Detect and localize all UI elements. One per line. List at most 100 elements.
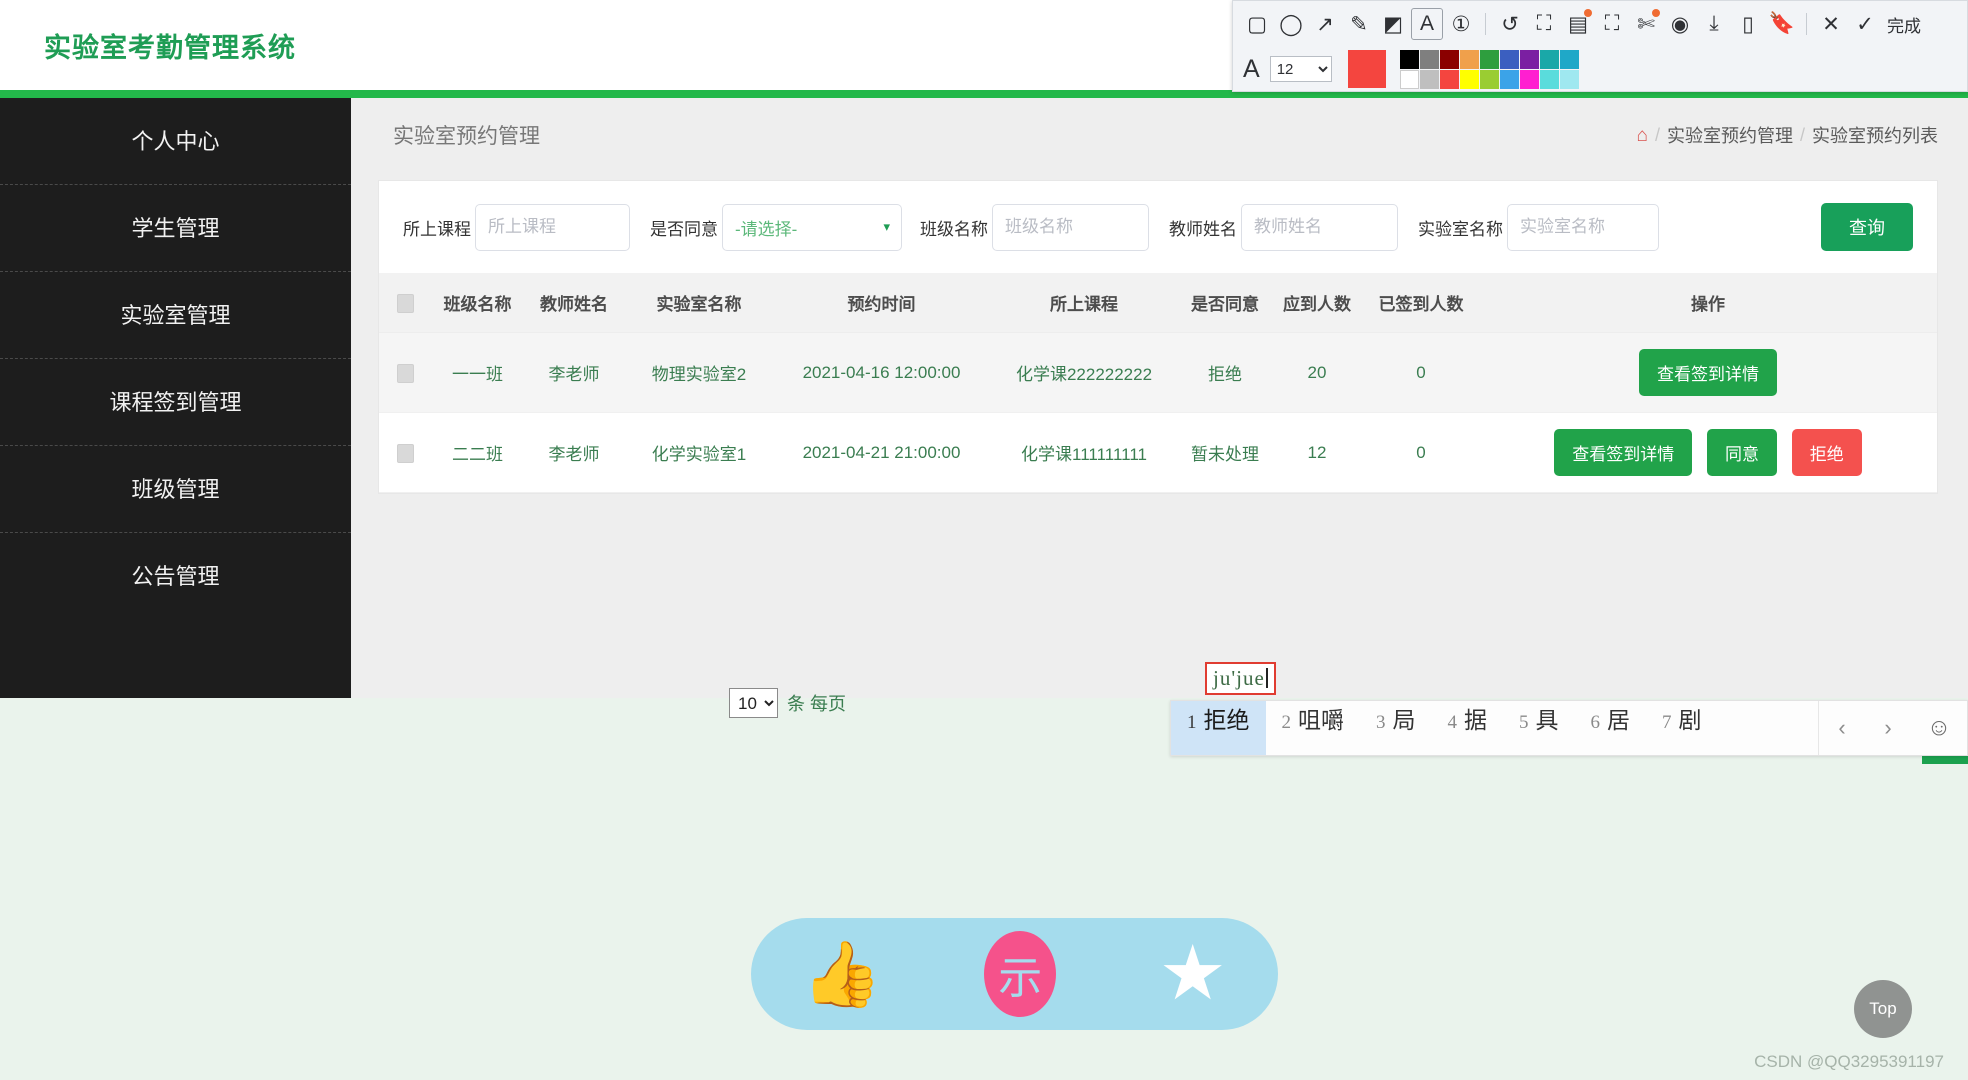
- filter-select-agree[interactable]: -请选择- ▾: [722, 203, 902, 251]
- thumbs-up-icon[interactable]: 👍: [802, 942, 882, 1006]
- content-panel: 所上课程 是否同意 -请选择- ▾ 班级名称 教师姓名 实验室名称 查询: [378, 180, 1938, 494]
- chevron-right-icon[interactable]: ›: [1865, 715, 1911, 741]
- color-swatch[interactable]: [1459, 69, 1479, 89]
- cell-class-name[interactable]: 二二班: [431, 412, 524, 493]
- ime-candidate-6[interactable]: 6 居: [1575, 701, 1647, 755]
- ime-candidate-number: 3: [1376, 712, 1386, 733]
- sidebar-item-lab-management[interactable]: 实验室管理: [0, 272, 351, 359]
- sidebar-item-announcement-management[interactable]: 公告管理: [0, 533, 351, 620]
- toolbar-divider-2: [1806, 13, 1807, 35]
- ocr-icon[interactable]: ▤: [1562, 8, 1594, 40]
- color-swatch[interactable]: [1559, 49, 1579, 69]
- page-title: 实验室预约管理: [393, 125, 540, 148]
- ime-candidate-3[interactable]: 3 局: [1360, 701, 1432, 755]
- page-size-select[interactable]: 10: [729, 688, 778, 718]
- color-swatch[interactable]: [1459, 49, 1479, 69]
- ime-composition-box[interactable]: ju'jue: [1205, 662, 1276, 695]
- sidebar-item-course-signin-management[interactable]: 课程签到管理: [0, 359, 351, 446]
- text-icon[interactable]: A: [1411, 8, 1443, 40]
- cell-course: 化学课111111111: [989, 412, 1179, 493]
- view-signin-detail-button[interactable]: 查看签到详情: [1639, 349, 1777, 396]
- color-swatch[interactable]: [1519, 69, 1539, 89]
- home-icon[interactable]: ⌂: [1636, 126, 1647, 145]
- ellipse-icon[interactable]: ◯: [1275, 8, 1307, 40]
- color-swatch[interactable]: [1499, 49, 1519, 69]
- ime-candidate-1[interactable]: 1 拒绝: [1171, 701, 1266, 755]
- undo-icon[interactable]: ↺: [1494, 8, 1526, 40]
- filter-label-teacher: 教师姓名: [1169, 219, 1237, 239]
- ime-candidate-number: 1: [1187, 712, 1197, 733]
- search-button[interactable]: 查询: [1821, 203, 1913, 251]
- pen-icon[interactable]: ✎: [1343, 8, 1375, 40]
- filter-label-course: 所上课程: [403, 219, 471, 239]
- reject-button[interactable]: 拒绝: [1791, 429, 1862, 476]
- emoji-icon[interactable]: ☺: [1911, 714, 1967, 742]
- ime-candidate-5[interactable]: 5 具: [1503, 701, 1575, 755]
- serial-number-icon[interactable]: ①: [1445, 8, 1477, 40]
- phone-icon[interactable]: ▯: [1732, 8, 1764, 40]
- row-checkbox[interactable]: [396, 443, 414, 463]
- color-swatch[interactable]: [1539, 49, 1559, 69]
- reservation-table: 班级名称 教师姓名 实验室名称 预约时间 所上课程 是否同意 应到人数 已签到人…: [379, 273, 1937, 493]
- color-swatch[interactable]: [1439, 69, 1459, 89]
- cell-lab-name[interactable]: 化学实验室1: [624, 412, 774, 493]
- ime-composition-text: ju'jue: [1213, 666, 1265, 690]
- cell-teacher[interactable]: 李老师: [524, 412, 624, 493]
- color-swatch[interactable]: [1479, 69, 1499, 89]
- download-icon[interactable]: ⤓: [1698, 8, 1730, 40]
- color-swatch[interactable]: [1539, 69, 1559, 89]
- main-content: 实验室预约管理 ⌂ / 实验室预约管理 / 实验室预约列表 所上课程 是否同意 …: [351, 98, 1968, 764]
- view-signin-detail-button[interactable]: 查看签到详情: [1554, 429, 1693, 476]
- coin-icon[interactable]: 示: [984, 931, 1057, 1017]
- done-button[interactable]: 完成: [1883, 12, 1925, 37]
- ime-candidate-7[interactable]: 7 剧: [1646, 701, 1718, 755]
- ime-candidate-4[interactable]: 4 据: [1432, 701, 1504, 755]
- arrow-icon[interactable]: ↗: [1309, 8, 1341, 40]
- filter-input-class-name[interactable]: [992, 203, 1149, 251]
- ime-candidate-2[interactable]: 2 咀嚼: [1266, 701, 1361, 755]
- ime-candidate-number: 7: [1662, 712, 1672, 733]
- cell-lab-name[interactable]: 物理实验室2: [624, 332, 774, 413]
- filter-input-course[interactable]: [475, 203, 630, 251]
- font-size-select[interactable]: 12: [1269, 56, 1332, 82]
- select-all-checkbox[interactable]: [396, 293, 414, 313]
- color-swatch[interactable]: [1519, 49, 1539, 69]
- color-swatch[interactable]: [1419, 49, 1439, 69]
- chevron-left-icon[interactable]: ‹: [1819, 715, 1865, 741]
- cell-class-name[interactable]: 一一班: [431, 332, 524, 413]
- ime-nav: ‹ ›: [1818, 701, 1911, 755]
- color-swatch[interactable]: [1439, 49, 1459, 69]
- color-swatch[interactable]: [1479, 49, 1499, 69]
- row-checkbox[interactable]: [396, 363, 414, 383]
- scroll-to-top-button[interactable]: Top: [1854, 980, 1912, 1038]
- translate-icon[interactable]: ⛶: [1596, 8, 1628, 40]
- column-lab-name: 实验室名称: [624, 273, 774, 333]
- current-color-swatch[interactable]: [1347, 50, 1386, 88]
- color-swatch[interactable]: [1499, 69, 1519, 89]
- breadcrumb-item-1[interactable]: 实验室预约管理: [1667, 122, 1793, 148]
- record-icon[interactable]: ◉: [1664, 8, 1696, 40]
- rectangle-icon[interactable]: ▢: [1241, 8, 1273, 40]
- cell-teacher[interactable]: 李老师: [524, 332, 624, 413]
- filter-input-teacher[interactable]: [1241, 203, 1398, 251]
- sidebar-item-personal-center[interactable]: 个人中心: [0, 98, 351, 185]
- crop-icon[interactable]: ⛶: [1528, 8, 1560, 40]
- confirm-icon[interactable]: ✓: [1849, 8, 1881, 40]
- star-icon[interactable]: ★: [1159, 936, 1227, 1012]
- breadcrumb-separator-1: /: [1654, 124, 1660, 145]
- pin-icon[interactable]: ✄: [1630, 8, 1662, 40]
- color-swatch[interactable]: [1399, 69, 1419, 89]
- sidebar-item-student-management[interactable]: 学生管理: [0, 185, 351, 272]
- cell-signed: 0: [1363, 412, 1479, 493]
- mosaic-icon[interactable]: ◩: [1377, 8, 1409, 40]
- ime-candidate-text: 咀嚼: [1298, 708, 1344, 733]
- approve-button[interactable]: 同意: [1707, 429, 1777, 476]
- color-swatch[interactable]: [1399, 49, 1419, 69]
- bookmark-icon[interactable]: 🔖: [1766, 8, 1798, 40]
- cancel-icon[interactable]: ✕: [1815, 8, 1847, 40]
- sidebar-item-class-management[interactable]: 班级管理: [0, 446, 351, 533]
- color-swatch[interactable]: [1559, 69, 1579, 89]
- table-header-row: 班级名称 教师姓名 实验室名称 预约时间 所上课程 是否同意 应到人数 已签到人…: [379, 273, 1937, 333]
- filter-input-lab-name[interactable]: [1507, 203, 1659, 251]
- color-swatch[interactable]: [1419, 69, 1439, 89]
